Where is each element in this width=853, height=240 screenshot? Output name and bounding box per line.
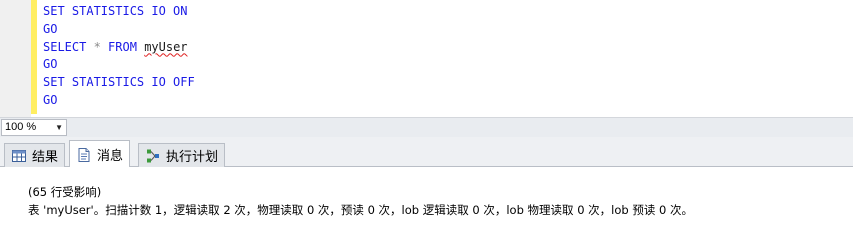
code-line-6: GO <box>43 92 195 110</box>
keyword: GO <box>43 21 58 36</box>
code-line-3: SELECT * FROM myUser <box>43 39 195 57</box>
change-tracking-bar <box>31 0 37 114</box>
messages-pane[interactable]: (65 行受影响) 表 'myUser'。扫描计数 1，逻辑读取 2 次，物理读… <box>0 167 853 240</box>
tab-label: 结果 <box>32 150 59 165</box>
keyword: SET STATISTICS IO OFF <box>43 75 195 90</box>
keyword: FROM <box>108 39 137 54</box>
editor-gutter <box>0 0 31 117</box>
keyword: GO <box>43 57 58 72</box>
tab-label: 消息 <box>97 149 124 164</box>
grid-icon <box>12 149 26 162</box>
tab-execution-plan[interactable]: 执行计划 <box>138 143 226 167</box>
zoom-value: 100 % <box>5 121 37 133</box>
code-line-1: SET STATISTICS IO ON <box>43 3 195 21</box>
chevron-down-icon[interactable]: ▼ <box>55 121 63 134</box>
operator: * <box>86 39 109 54</box>
code-line-4: GO <box>43 56 195 74</box>
results-tabbar: 结果 消息 执行计划 <box>0 137 853 168</box>
zoom-bar: 100 % ▼ <box>0 117 853 137</box>
message-icon <box>78 147 90 162</box>
execution-plan-icon <box>147 149 159 162</box>
code-line-5: SET STATISTICS IO OFF <box>43 74 195 92</box>
keyword: GO <box>43 92 58 107</box>
rows-affected-message: (65 行受影响) <box>28 185 102 199</box>
io-statistics-message: 表 'myUser'。扫描计数 1，逻辑读取 2 次，物理读取 0 次，预读 0… <box>28 203 693 217</box>
code-area[interactable]: SET STATISTICS IO ON GO SELECT * FROM my… <box>43 3 195 110</box>
zoom-dropdown[interactable]: 100 % ▼ <box>1 119 67 136</box>
tab-results[interactable]: 结果 <box>4 143 66 167</box>
tab-messages[interactable]: 消息 <box>69 140 131 168</box>
code-line-2: GO <box>43 21 195 39</box>
keyword: SET STATISTICS IO ON <box>43 4 188 18</box>
keyword: SELECT <box>43 39 87 54</box>
table-identifier: myUser <box>144 39 188 54</box>
query-editor[interactable]: SET STATISTICS IO ON GO SELECT * FROM my… <box>0 0 853 117</box>
tab-label: 执行计划 <box>166 150 219 165</box>
